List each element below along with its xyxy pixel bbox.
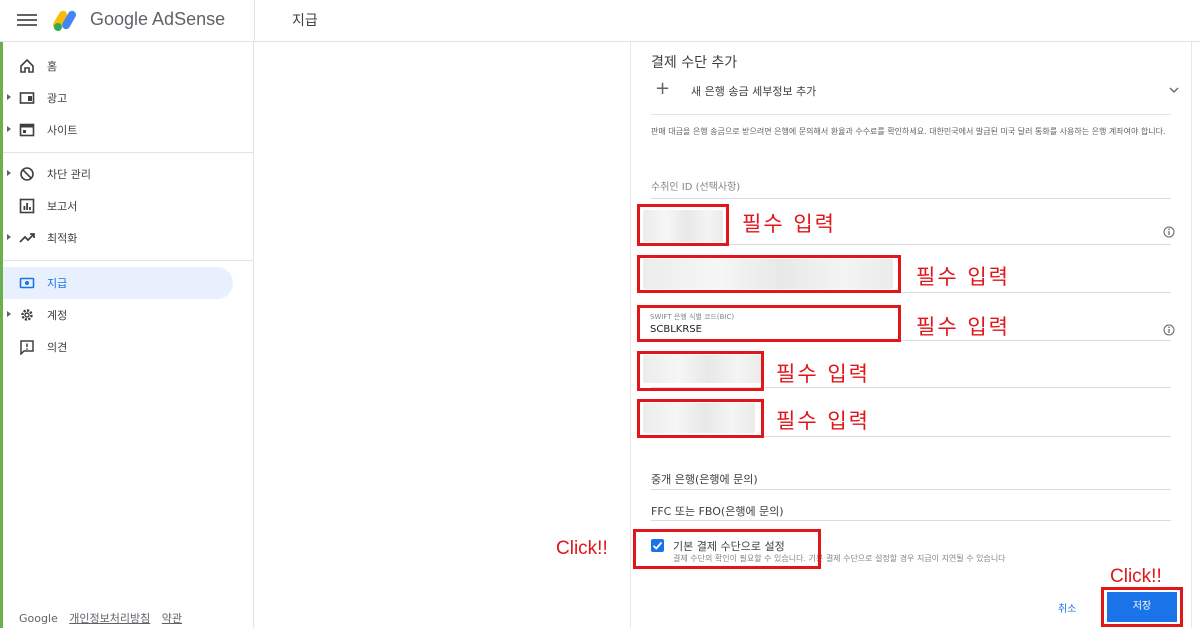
sidebar-item-block-controls[interactable]: 차단 관리	[3, 158, 233, 190]
header-divider	[254, 0, 255, 41]
sidebar-item-account[interactable]: 계정	[3, 299, 233, 331]
settings-icon	[21, 309, 33, 321]
required-annotation-label: 필수 입력	[742, 212, 836, 236]
sidebar-item-home[interactable]: 홈	[3, 50, 233, 82]
adsense-logo-icon	[53, 10, 76, 31]
annotation-box	[633, 529, 821, 569]
expand-caret-icon	[7, 126, 11, 132]
ffc-fbo-field[interactable]: FFC 또는 FBO(은행에 문의)	[651, 503, 784, 519]
ads-icon	[19, 92, 35, 104]
required-annotation-label: 필수 입력	[916, 315, 1010, 339]
sidebar: 홈 광고 사이트 차단 관리 보고서 최적화 지급 계정 의견 Google 개…	[3, 42, 254, 628]
expand-caret-icon	[7, 94, 11, 100]
cancel-button[interactable]: 취소	[1058, 600, 1076, 615]
sidebar-item-ads[interactable]: 광고	[3, 82, 233, 114]
chevron-down-icon	[1169, 87, 1179, 93]
sidebar-item-reports[interactable]: 보고서	[3, 190, 233, 222]
terms-link[interactable]: 약관	[162, 612, 182, 625]
reports-icon	[19, 198, 35, 214]
payee-id-field[interactable]	[651, 198, 1171, 199]
feedback-icon	[20, 340, 34, 355]
save-button[interactable]: 저장	[1107, 592, 1177, 622]
bank-notice-text: 판매 대금을 은행 송금으로 받으려면 은행에 문의해서 환율과 수수료를 확인…	[651, 127, 1166, 136]
ffc-fbo-underline	[651, 520, 1171, 521]
sidebar-divider	[3, 260, 253, 261]
block-icon	[20, 167, 34, 181]
sidebar-item-optimization[interactable]: 최적화	[3, 222, 233, 254]
add-bank-transfer-row[interactable]: + 새 은행 송금 세부정보 추가	[651, 80, 1181, 102]
payments-icon	[19, 277, 35, 289]
trending-icon	[19, 233, 35, 243]
account-holder-field[interactable]	[651, 244, 1171, 245]
sidebar-item-label: 지급	[47, 277, 68, 290]
info-icon[interactable]	[1163, 324, 1175, 336]
brand-name: Google AdSense	[90, 9, 226, 29]
sidebar-item-label: 광고	[47, 92, 68, 105]
add-bank-transfer-label: 새 은행 송금 세부정보 추가	[691, 85, 817, 98]
annotation-box	[637, 305, 901, 342]
expand-caret-icon	[7, 311, 11, 317]
sidebar-item-sites[interactable]: 사이트	[3, 114, 233, 146]
required-annotation-label: 필수 입력	[916, 265, 1010, 289]
click-annotation-label: Click!!	[556, 538, 608, 559]
sidebar-item-label: 최적화	[47, 232, 78, 245]
sites-icon	[19, 123, 35, 137]
intermediary-bank-underline	[651, 489, 1171, 490]
privacy-link[interactable]: 개인정보처리방침	[69, 612, 150, 625]
plus-icon: +	[655, 78, 671, 99]
hamburger-menu-icon[interactable]	[17, 11, 37, 29]
annotation-box	[637, 351, 764, 391]
annotation-box	[637, 399, 764, 438]
annotation-box	[637, 204, 729, 246]
form-title: 결제 수단 추가	[651, 55, 738, 71]
sidebar-item-label: 계정	[47, 309, 68, 322]
sidebar-item-label: 홈	[47, 60, 58, 73]
sidebar-item-label: 의견	[47, 341, 68, 354]
sidebar-item-label: 보고서	[47, 200, 78, 213]
required-annotation-label: 필수 입력	[776, 409, 870, 433]
footer-brand: Google	[19, 612, 58, 625]
payee-id-label: 수취인 ID (선택사항)	[651, 182, 741, 193]
annotation-box	[637, 255, 901, 293]
sidebar-divider	[3, 152, 253, 153]
page-title: 지급	[292, 13, 318, 29]
section-divider	[651, 114, 1171, 115]
top-app-bar: Google AdSense 지급	[0, 0, 1200, 42]
sidebar-item-feedback[interactable]: 의견	[3, 331, 233, 363]
sidebar-item-label: 차단 관리	[47, 168, 91, 181]
expand-caret-icon	[7, 234, 11, 240]
intermediary-bank-field[interactable]: 중개 은행(은행에 문의)	[651, 471, 758, 487]
required-annotation-label: 필수 입력	[776, 362, 870, 386]
info-icon[interactable]	[1163, 226, 1175, 238]
sidebar-item-label: 사이트	[47, 124, 78, 137]
expand-caret-icon	[7, 170, 11, 176]
sidebar-footer: Google 개인정보처리방침 약관	[19, 610, 190, 626]
home-icon	[20, 58, 34, 73]
sidebar-item-payments[interactable]: 지급	[3, 267, 233, 299]
click-annotation-label: Click!!	[1110, 566, 1162, 587]
